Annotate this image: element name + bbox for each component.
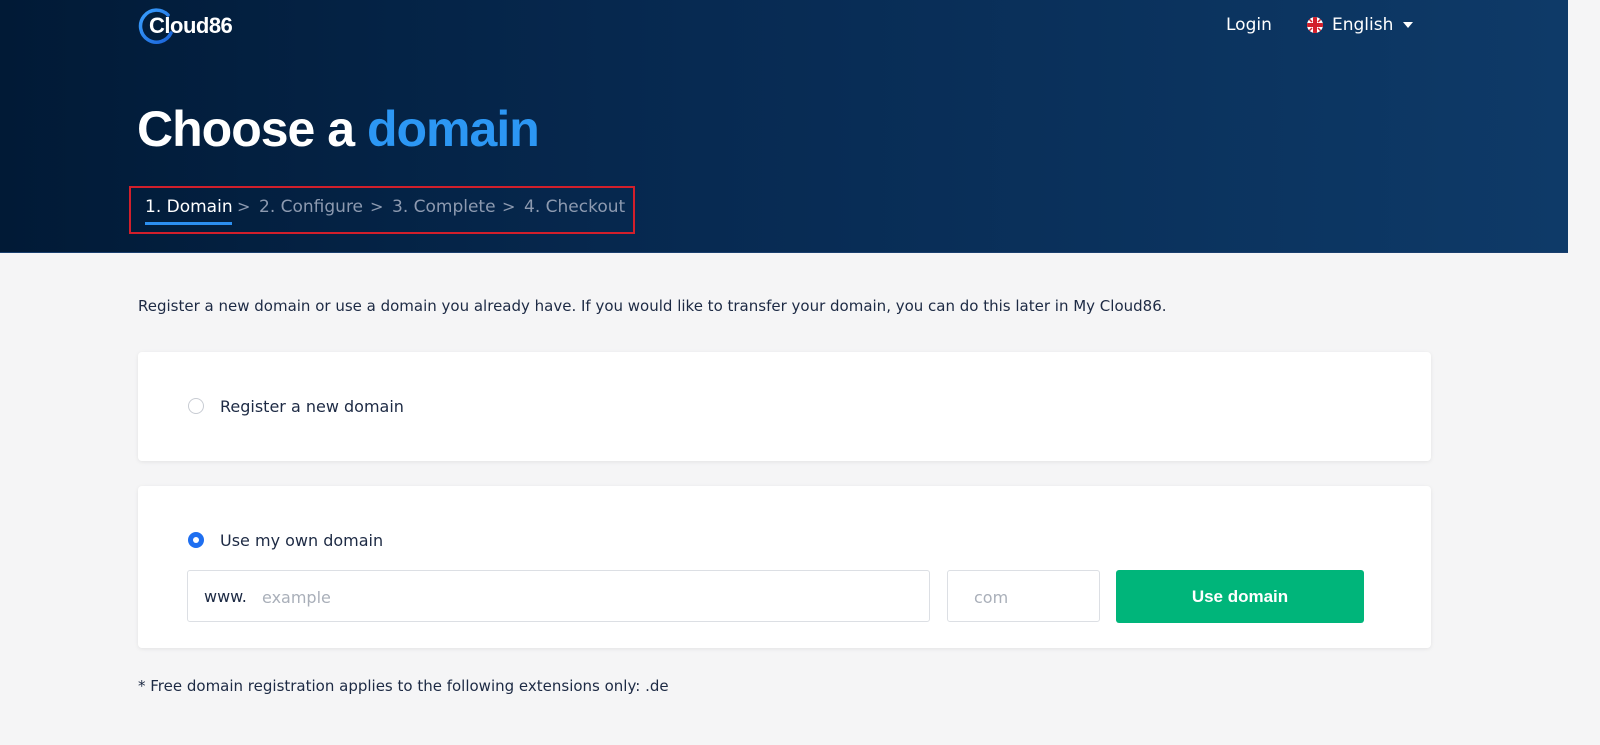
register-domain-radio[interactable] [188, 398, 204, 414]
language-selector[interactable]: English [1306, 15, 1414, 35]
checkout-steps: 1. Domain > 2. Configure > 3. Complete >… [129, 186, 635, 234]
register-domain-label[interactable]: Register a new domain [220, 397, 404, 416]
footnote-text: * Free domain registration applies to th… [138, 677, 669, 695]
domain-name-input[interactable] [260, 585, 914, 609]
domain-extension-input[interactable] [972, 585, 1086, 609]
own-domain-label[interactable]: Use my own domain [220, 531, 383, 550]
www-prefix: www. [204, 587, 247, 606]
step-checkout[interactable]: 4. Checkout [524, 197, 625, 217]
step-separator: > [502, 197, 516, 216]
title-accent: domain [366, 101, 540, 157]
domain-input-wrapper: www. [187, 570, 930, 622]
own-domain-card[interactable]: Use my own domain www. Use domain [138, 486, 1431, 648]
own-domain-radio[interactable] [188, 532, 204, 548]
use-domain-button[interactable]: Use domain [1116, 570, 1364, 623]
login-link[interactable]: Login [1226, 15, 1272, 35]
step-separator: > [370, 197, 384, 216]
intro-text: Register a new domain or use a domain yo… [138, 297, 1167, 315]
step-complete[interactable]: 3. Complete [392, 197, 496, 217]
register-domain-card[interactable]: Register a new domain [138, 352, 1431, 461]
uk-flag-icon [1307, 17, 1323, 33]
title-prefix: Choose a [137, 101, 355, 157]
page-header: Cloud86 Login English Choose a domain 1.… [0, 0, 1568, 253]
cloud86-logo[interactable]: Cloud86 [138, 5, 233, 47]
page-title: Choose a domain [137, 100, 540, 158]
step-configure[interactable]: 2. Configure [259, 197, 363, 217]
logo-text: Cloud86 [149, 13, 233, 38]
extension-input-wrapper [947, 570, 1100, 622]
caret-down-icon [1403, 22, 1414, 28]
step-separator: > [237, 197, 251, 216]
step-domain[interactable]: 1. Domain [145, 197, 233, 217]
language-label: English [1332, 15, 1394, 35]
active-step-underline [145, 222, 232, 225]
